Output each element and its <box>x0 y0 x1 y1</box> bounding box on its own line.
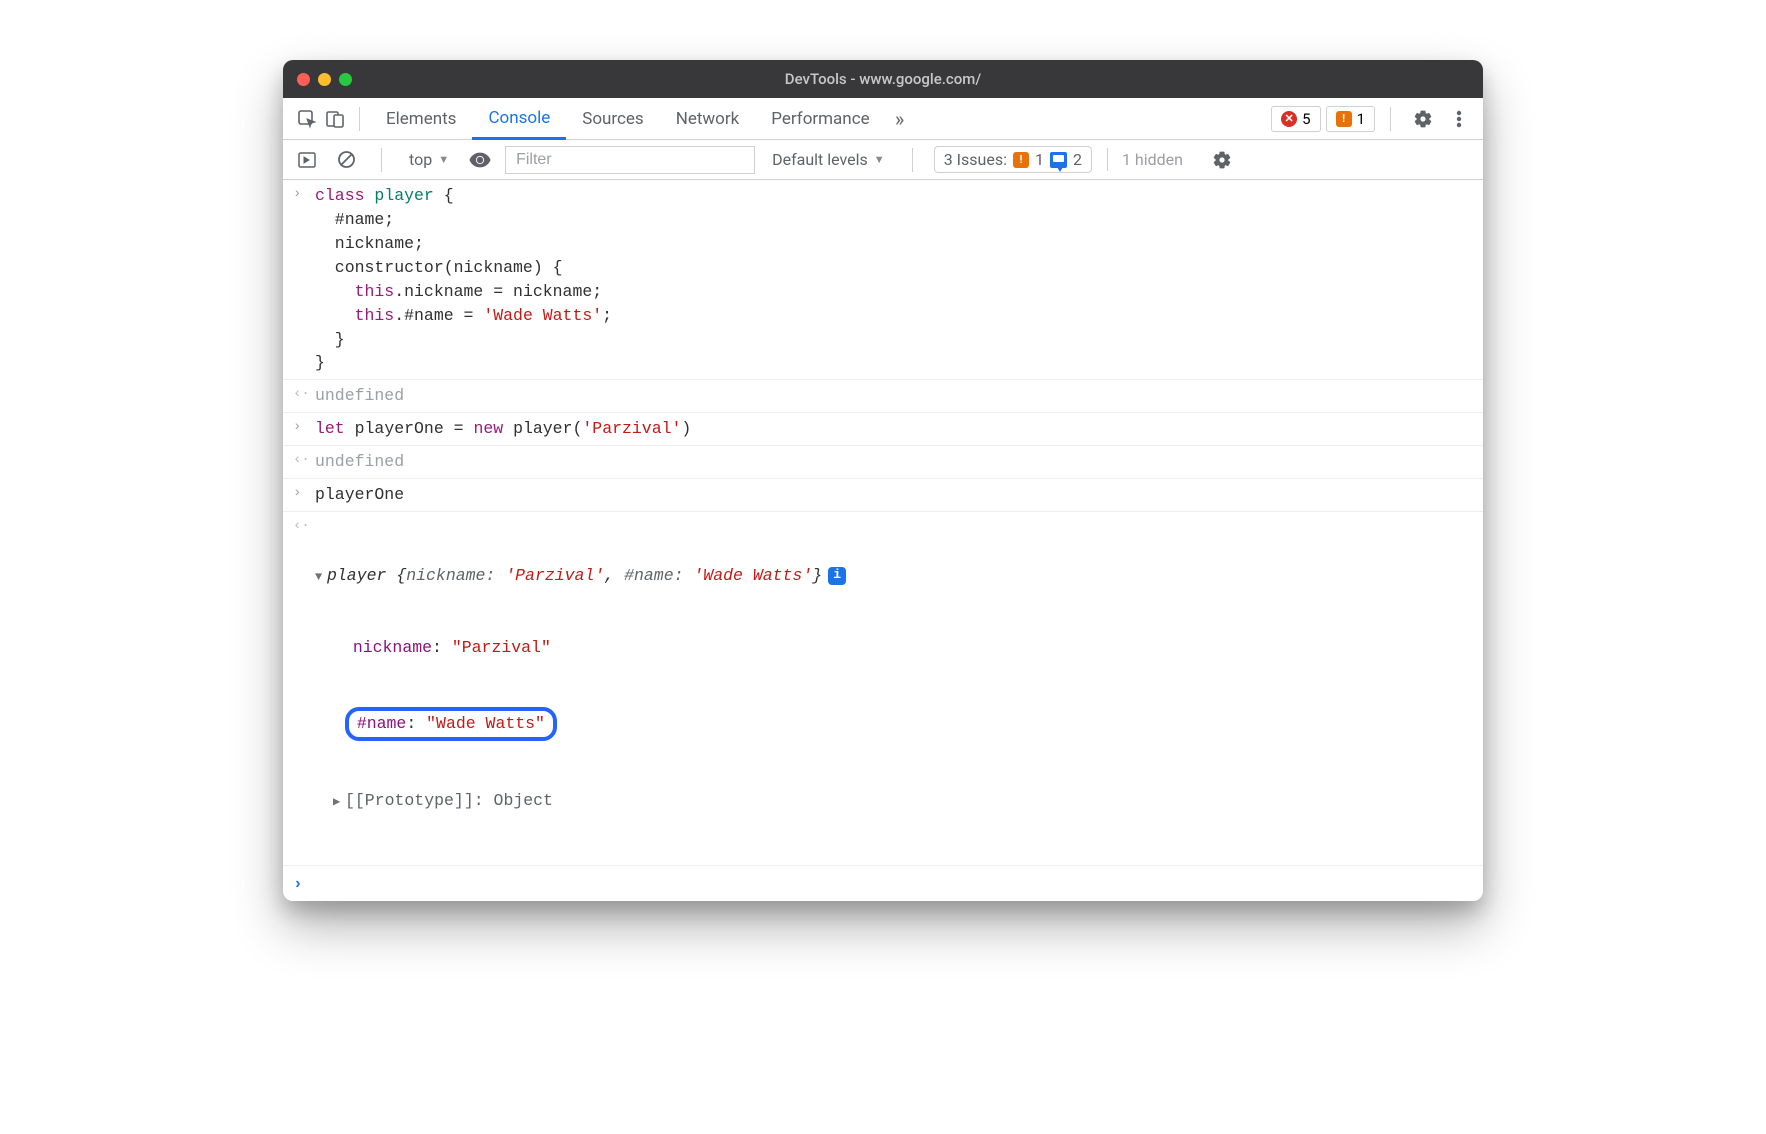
console-input-row[interactable]: › let playerOne = new player('Parzival') <box>283 413 1483 446</box>
more-tabs-icon[interactable]: » <box>886 105 914 133</box>
console-output-row: ‹· undefined <box>283 446 1483 479</box>
tab-sources[interactable]: Sources <box>566 98 659 139</box>
maximize-button[interactable] <box>339 73 352 86</box>
tab-elements[interactable]: Elements <box>370 98 472 139</box>
highlight-annotation: #name: "Wade Watts" <box>345 707 557 741</box>
warnings-badge[interactable]: ! 1 <box>1326 106 1375 132</box>
divider <box>381 148 382 172</box>
console-settings-icon[interactable] <box>1208 146 1236 174</box>
error-icon: ✕ <box>1281 111 1297 127</box>
output-caret-icon: ‹· <box>293 384 315 408</box>
log-levels-selector[interactable]: Default levels ▼ <box>766 148 891 171</box>
chevron-down-icon: ▼ <box>438 153 449 166</box>
object-property-private[interactable]: #name: "Wade Watts" <box>315 707 1473 741</box>
context-selector[interactable]: top ▼ <box>403 148 455 171</box>
chevron-down-icon: ▼ <box>874 153 885 166</box>
settings-icon[interactable] <box>1409 105 1437 133</box>
warning-count: 1 <box>1357 110 1365 128</box>
output-caret-icon: ‹· <box>293 450 315 474</box>
input-caret-icon: › <box>293 184 315 375</box>
object-inspector[interactable]: ▼ player {nickname: 'Parzival', #name: '… <box>315 516 1473 861</box>
levels-label: Default levels <box>772 150 868 169</box>
tab-network[interactable]: Network <box>660 98 756 139</box>
hidden-count[interactable]: 1 hidden <box>1107 148 1189 171</box>
context-label: top <box>409 150 432 169</box>
console-output-row: ‹· ▼ player {nickname: 'Parzival', #name… <box>283 512 1483 865</box>
errors-badge[interactable]: ✕ 5 <box>1271 106 1320 132</box>
issues-warn-count: 1 <box>1035 150 1044 169</box>
minimize-button[interactable] <box>318 73 331 86</box>
code-block: let playerOne = new player('Parzival') <box>315 417 1473 441</box>
live-expression-icon[interactable] <box>466 146 494 174</box>
divider <box>359 107 360 131</box>
output-caret-icon: ‹· <box>293 516 315 861</box>
expand-arrow-icon[interactable]: ▶ <box>333 794 345 811</box>
console-input-row[interactable]: › class player { #name; nickname; constr… <box>283 180 1483 380</box>
return-value: undefined <box>315 384 1473 408</box>
info-icon <box>1050 152 1067 168</box>
divider <box>912 148 913 172</box>
object-summary[interactable]: ▼ player {nickname: 'Parzival', #name: '… <box>315 564 1473 588</box>
inspect-element-icon[interactable] <box>293 105 321 133</box>
code-block: class player { #name; nickname; construc… <box>315 184 1473 375</box>
console-toolbar: top ▼ Default levels ▼ 3 Issues: ! 1 2 1… <box>283 140 1483 180</box>
input-caret-icon: › <box>293 483 315 507</box>
close-button[interactable] <box>297 73 310 86</box>
console-prompt[interactable]: › <box>283 865 1483 901</box>
prompt-caret-icon: › <box>293 875 303 893</box>
info-badge-icon[interactable]: i <box>828 567 846 585</box>
filter-input[interactable] <box>505 146 755 174</box>
issues-label: 3 Issues: <box>944 150 1007 169</box>
object-property[interactable]: nickname: "Parzival" <box>315 636 1473 660</box>
tab-performance[interactable]: Performance <box>755 98 885 139</box>
error-count: 5 <box>1302 110 1310 128</box>
warning-icon: ! <box>1013 152 1029 168</box>
tabs-bar: Elements Console Sources Network Perform… <box>283 98 1483 140</box>
console-output: › class player { #name; nickname; constr… <box>283 180 1483 901</box>
return-value: undefined <box>315 450 1473 474</box>
device-toggle-icon[interactable] <box>321 105 349 133</box>
sidebar-toggle-icon[interactable] <box>293 146 321 174</box>
code-block: playerOne <box>315 483 1473 507</box>
console-input-row[interactable]: › playerOne <box>283 479 1483 512</box>
clear-console-icon[interactable] <box>332 146 360 174</box>
window-title: DevTools - www.google.com/ <box>283 70 1483 88</box>
input-caret-icon: › <box>293 417 315 441</box>
expand-arrow-icon[interactable]: ▼ <box>315 569 327 586</box>
console-output-row: ‹· undefined <box>283 380 1483 413</box>
issues-button[interactable]: 3 Issues: ! 1 2 <box>934 146 1092 173</box>
tab-console[interactable]: Console <box>472 99 566 140</box>
kebab-menu-icon[interactable] <box>1445 105 1473 133</box>
titlebar: DevTools - www.google.com/ <box>283 60 1483 98</box>
devtools-window: DevTools - www.google.com/ Elements Cons… <box>283 60 1483 901</box>
issues-info-count: 2 <box>1073 150 1082 169</box>
warning-icon: ! <box>1336 111 1352 127</box>
object-prototype[interactable]: ▶ [[Prototype]]: Object <box>315 789 1473 813</box>
divider <box>1390 107 1391 131</box>
traffic-lights <box>297 73 352 86</box>
